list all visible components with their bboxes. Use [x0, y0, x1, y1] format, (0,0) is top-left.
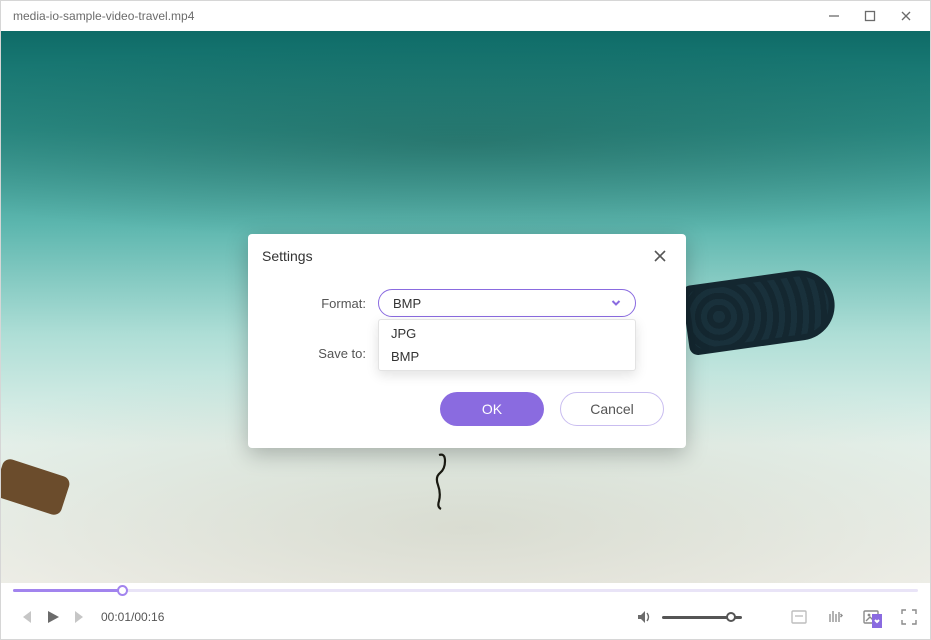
minimize-button[interactable] [816, 1, 852, 31]
cancel-button[interactable]: Cancel [560, 392, 664, 426]
format-option-bmp[interactable]: BMP [379, 345, 635, 370]
dialog-title: Settings [262, 248, 313, 264]
format-option-jpg[interactable]: JPG [379, 320, 635, 345]
titlebar: media-io-sample-video-travel.mp4 [1, 1, 930, 31]
window-title: media-io-sample-video-travel.mp4 [13, 9, 816, 23]
video-viewport[interactable]: Settings Format: BMP JPG BMP [1, 31, 930, 583]
format-row: Format: BMP JPG BMP [248, 278, 686, 328]
settings-dialog: Settings Format: BMP JPG BMP [248, 234, 686, 448]
chevron-down-icon [611, 296, 621, 311]
play-button[interactable] [45, 609, 61, 625]
seek-bar[interactable] [1, 583, 930, 597]
video-content-object [1, 457, 71, 517]
seek-fill [13, 589, 121, 592]
ok-button[interactable]: OK [440, 392, 544, 426]
app-window: media-io-sample-video-travel.mp4 Setting… [0, 0, 931, 640]
video-content-object [681, 266, 839, 356]
time-current: 00:01 [101, 610, 131, 624]
format-select[interactable]: BMP JPG BMP [378, 289, 636, 317]
dialog-header: Settings [248, 234, 686, 278]
saveto-label: Save to: [248, 346, 378, 361]
format-selected-value: BMP [393, 296, 421, 311]
video-content-object [431, 451, 451, 516]
next-frame-button[interactable] [71, 609, 87, 625]
dialog-button-row: OK Cancel [248, 378, 686, 426]
close-button[interactable] [888, 1, 924, 31]
volume-slider[interactable] [662, 616, 742, 619]
time-display: 00:01/00:16 [101, 610, 164, 624]
format-dropdown: JPG BMP [378, 319, 636, 371]
time-total: 00:16 [134, 610, 164, 624]
player-controls: 00:01/00:16 [1, 597, 930, 639]
maximize-button[interactable] [852, 1, 888, 31]
subtitle-button[interactable] [790, 608, 808, 626]
fullscreen-button[interactable] [900, 608, 918, 626]
format-label: Format: [248, 296, 378, 311]
dialog-close-button[interactable] [648, 244, 672, 268]
volume-thumb[interactable] [726, 612, 736, 622]
snapshot-menu-icon[interactable] [872, 614, 882, 628]
seek-track[interactable] [13, 589, 918, 592]
seek-thumb[interactable] [117, 585, 128, 596]
audio-settings-button[interactable] [826, 608, 844, 626]
snapshot-button[interactable] [862, 608, 880, 626]
volume-button[interactable] [636, 609, 652, 625]
format-select-input[interactable]: BMP [378, 289, 636, 317]
prev-frame-button[interactable] [19, 609, 35, 625]
